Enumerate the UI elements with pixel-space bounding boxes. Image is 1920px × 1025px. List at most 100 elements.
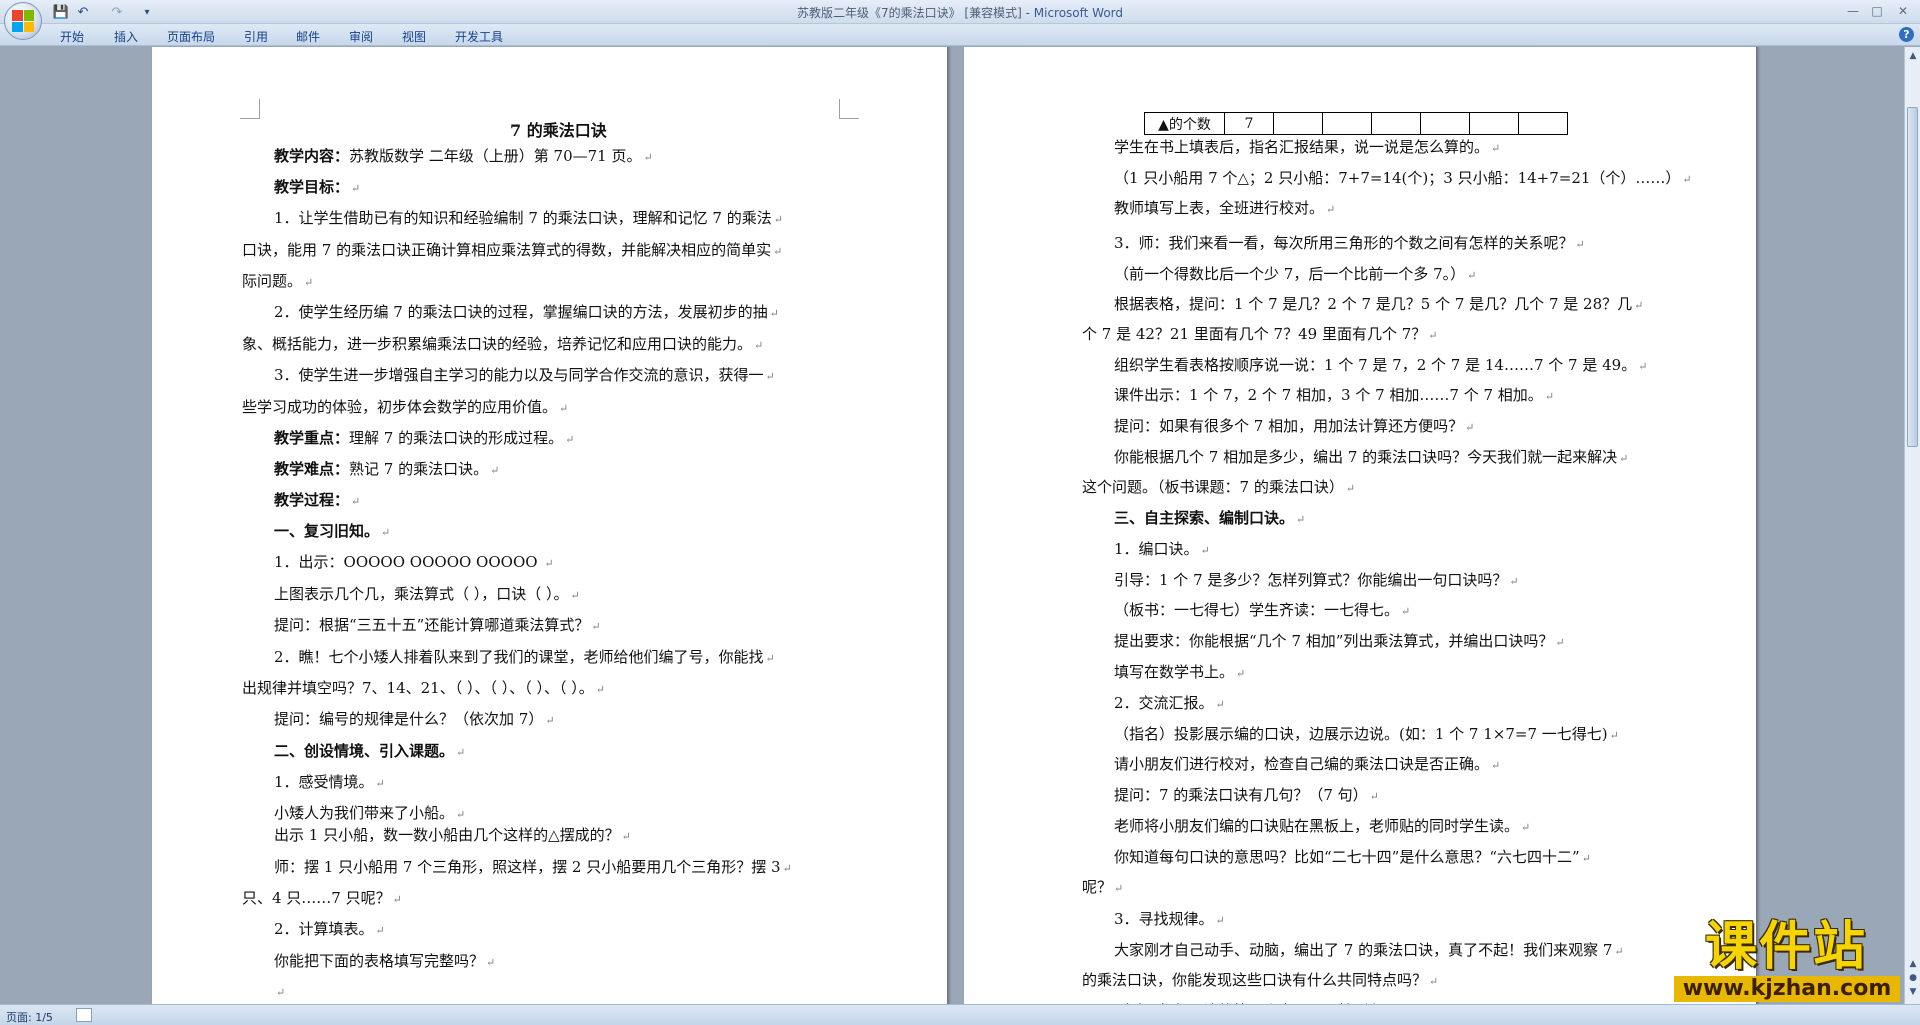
tab-developer[interactable]: 开发工具 bbox=[455, 28, 503, 45]
scroll-thumb[interactable] bbox=[1907, 107, 1918, 447]
scroll-up-icon[interactable]: ▲ bbox=[1906, 49, 1920, 63]
doc-line: ↵ bbox=[274, 982, 285, 1002]
tab-insert[interactable]: 插入 bbox=[114, 28, 138, 45]
paragraph-mark-icon: ↵ bbox=[1429, 975, 1439, 988]
browse-object-icon[interactable]: ● bbox=[1906, 971, 1920, 985]
table-cell bbox=[1420, 112, 1470, 135]
doc-line: 1．编口诀。 ↵ bbox=[1114, 540, 1210, 560]
doc-line: （指名）投影展示编的口诀，边展示边说。(如：1 个 7 1×7=7 一七得七) ↵ bbox=[1114, 725, 1619, 745]
page-count[interactable]: 页面: 1/5 bbox=[6, 1009, 53, 1025]
doc-line: 2．瞧！七个小矮人排着队来到了我们的课堂，老师给他们编了号，你能找 ↵ bbox=[274, 648, 775, 668]
doc-line: 组织学生看表格按顺序说一说：1 个 7 是 7，2 个 7 是 14……7 个 … bbox=[1114, 356, 1647, 376]
paragraph-mark-icon: ↵ bbox=[1619, 452, 1629, 465]
paragraph-mark-icon: ↵ bbox=[1215, 698, 1225, 711]
paragraph-mark-icon: ↵ bbox=[1326, 203, 1336, 216]
office-button[interactable] bbox=[4, 2, 42, 40]
page-right[interactable]: ▲的个数 7 学生在书上填表后，指名汇报结果，说一说是怎么算的。 ↵ （1 只小船用 … bbox=[964, 47, 1756, 1004]
crop-mark bbox=[839, 99, 859, 119]
paragraph-mark-icon: ↵ bbox=[1428, 329, 1438, 342]
paragraph-mark-icon: ↵ bbox=[1491, 142, 1501, 155]
doc-line-text: 些学习成功的体验，初步体会数学的应用价值。 bbox=[242, 398, 558, 416]
doc-line-text: 2．使学生经历编 7 的乘法口诀的过程，掌握编口诀的方法，发展初步的抽 bbox=[274, 303, 768, 321]
paragraph-mark-icon: ↵ bbox=[276, 986, 286, 999]
paragraph-mark-icon: ↵ bbox=[769, 307, 779, 320]
paragraph-mark-icon: ↵ bbox=[351, 495, 361, 508]
next-page-icon[interactable]: ▼ bbox=[1906, 985, 1920, 999]
doc-line: 小矮人为我们带来了小船。 ↵ bbox=[274, 804, 465, 824]
doc-line-text: 出示 1 只小船，数一数小船由几个这样的△摆成的？ bbox=[274, 826, 620, 844]
doc-line: 3．寻找规律。 ↵ bbox=[1114, 910, 1225, 930]
paragraph-mark-icon: ↵ bbox=[773, 245, 783, 258]
minimize-icon[interactable]: — bbox=[1842, 2, 1864, 20]
paragraph-mark-icon: ↵ bbox=[1114, 882, 1124, 895]
paragraph-mark-icon: ↵ bbox=[545, 714, 555, 727]
paragraph-mark-icon: ↵ bbox=[1369, 790, 1379, 803]
doc-line-text: 1．出示：OOOOO OOOOO OOOOO bbox=[274, 553, 543, 571]
doc-line-text: 的乘法口诀，你能发现这些口诀有什么共同特点吗？ bbox=[1082, 971, 1428, 989]
doc-line-text: 根据表格，提问：1 个 7 是几？2 个 7 是几？5 个 7 是几？几个 7 … bbox=[1114, 295, 1633, 313]
doc-line: 出规律并填空吗？7、14、21、（ ）、（ ）、（ ）、（ ）。 ↵ bbox=[242, 679, 605, 699]
paragraph-mark-icon: ↵ bbox=[456, 746, 466, 759]
doc-line-text: 提出要求：你能根据“几个 7 相加”列出乘法算式，并编出口诀吗？ bbox=[1114, 632, 1554, 650]
doc-line: 教学过程： ↵ bbox=[274, 491, 360, 511]
doc-line-text: 提问：根据“三五十五”还能计算哪道乘法算式？ bbox=[274, 616, 590, 634]
table-cell bbox=[1371, 112, 1421, 135]
doc-line: 提问：如果有很多个 7 相加，用加法计算还方便吗？ ↵ bbox=[1114, 417, 1474, 437]
proofing-icon[interactable] bbox=[76, 1008, 92, 1022]
doc-line-text: 提问：如果有很多个 7 相加，用加法计算还方便吗？ bbox=[1114, 417, 1464, 435]
paragraph-mark-icon: ↵ bbox=[1609, 729, 1619, 742]
vertical-scrollbar[interactable]: ▲ ▲ ● ▼ bbox=[1904, 47, 1920, 1005]
doc-line: 3．师：我们来看一看，每次所用三角形的个数之间有怎样的关系呢？ ↵ bbox=[1114, 234, 1585, 254]
doc-line-text: 提问：编号的规律是什么？（依次加 7） bbox=[274, 710, 544, 728]
maximize-icon[interactable]: □ bbox=[1866, 2, 1888, 20]
page-left[interactable]: 7 的乘法口诀 教学内容：苏教版数学 二年级（上册）第 70—71 页。 ↵ 教学目标… bbox=[152, 47, 947, 1004]
doc-line: 个 7 是 42？21 里面有几个 7？49 里面有几个 7？ ↵ bbox=[1082, 325, 1438, 345]
title-bar: 💾 ↶ ↷ ▾ 苏教版二年级《7的乘法口诀》 [兼容模式] - Microsof… bbox=[0, 0, 1920, 40]
doc-line: （板书：一七得七）学生齐读：一七得七。 ↵ bbox=[1114, 601, 1410, 621]
doc-line: 2．计算填表。 ↵ bbox=[274, 920, 385, 940]
doc-line-bold: 二、创设情境、引入课题。 bbox=[274, 742, 455, 760]
doc-line: 教学重点：理解 7 的乘法口诀的形成过程。 ↵ bbox=[274, 429, 574, 449]
paragraph-mark-icon: ↵ bbox=[490, 464, 500, 477]
doc-line: 引导：1 个 7 是多少？怎样列算式？你能编出一句口诀吗？ ↵ bbox=[1114, 571, 1519, 591]
doc-line: 际问题。 ↵ bbox=[242, 272, 313, 292]
paragraph-mark-icon: ↵ bbox=[1465, 421, 1475, 434]
paragraph-mark-icon: ↵ bbox=[782, 862, 792, 875]
paragraph-mark-icon: ↵ bbox=[375, 777, 385, 790]
window-title: 苏教版二年级《7的乘法口诀》 [兼容模式] - Microsoft Word bbox=[0, 4, 1920, 21]
document-area[interactable]: 7 的乘法口诀 教学内容：苏教版数学 二年级（上册）第 70—71 页。 ↵ 教学目标… bbox=[0, 47, 1904, 1004]
doc-line-text: 组织学生看表格按顺序说一说：1 个 7 是 7，2 个 7 是 14……7 个 … bbox=[1114, 356, 1637, 374]
close-icon[interactable]: ✕ bbox=[1892, 2, 1914, 20]
doc-line-text: 3．师：我们来看一看，每次所用三角形的个数之间有怎样的关系呢？ bbox=[1114, 234, 1574, 252]
doc-line: 请小朋友们进行校对，检查自己编的乘法口诀是否正确。 ↵ bbox=[1114, 755, 1500, 775]
watermark-title: 课件站 bbox=[1704, 917, 1867, 977]
table-cell bbox=[1322, 112, 1372, 135]
doc-line-text: 理解 7 的乘法口诀的形成过程。 bbox=[349, 429, 564, 447]
doc-line-text: 口诀，能用 7 的乘法口诀正确计算相应乘法算式的得数，并能解决相应的简单实 bbox=[242, 241, 772, 259]
doc-line: 些学习成功的体验，初步体会数学的应用价值。 ↵ bbox=[242, 398, 568, 418]
doc-line: 呢？ ↵ bbox=[1082, 878, 1123, 898]
tab-home[interactable]: 开始 bbox=[60, 28, 84, 45]
paragraph-mark-icon: ↵ bbox=[1401, 605, 1411, 618]
doc-line: 一、复习旧知。 ↵ bbox=[274, 522, 390, 542]
status-bar: 页面: 1/5 bbox=[0, 1004, 1920, 1025]
tab-mailings[interactable]: 邮件 bbox=[296, 28, 320, 45]
doc-line-text: 2．交流汇报。 bbox=[1114, 694, 1214, 712]
help-icon[interactable]: ? bbox=[1899, 27, 1914, 42]
table-cell bbox=[1518, 112, 1568, 135]
prev-page-icon[interactable]: ▲ bbox=[1906, 957, 1920, 971]
doc-line-text: 2．计算填表。 bbox=[274, 920, 374, 938]
tab-references[interactable]: 引用 bbox=[244, 28, 268, 45]
tab-page-layout[interactable]: 页面布局 bbox=[167, 28, 215, 45]
doc-line-text: 呢？ bbox=[1082, 878, 1113, 896]
paragraph-mark-icon: ↵ bbox=[591, 620, 601, 633]
doc-line: 教学内容：苏教版数学 二年级（上册）第 70—71 页。 ↵ bbox=[274, 147, 653, 167]
doc-line-text: 课件出示：1 个 7，2 个 7 相加，3 个 7 相加……7 个 7 相加。 bbox=[1114, 386, 1543, 404]
doc-line: 根据表格，提问：1 个 7 是几？2 个 7 是几？5 个 7 是几？几个 7 … bbox=[1114, 295, 1643, 315]
tab-review[interactable]: 审阅 bbox=[349, 28, 373, 45]
tab-view[interactable]: 视图 bbox=[402, 28, 426, 45]
doc-line-text: 只、4 只……7 只呢？ bbox=[242, 889, 391, 907]
doc-line: 上图表示几个几，乘法算式（ ），口诀（ ）。 ↵ bbox=[274, 585, 580, 605]
paragraph-mark-icon: ↵ bbox=[392, 893, 402, 906]
document-title: 7 的乘法口诀 bbox=[510, 121, 607, 140]
